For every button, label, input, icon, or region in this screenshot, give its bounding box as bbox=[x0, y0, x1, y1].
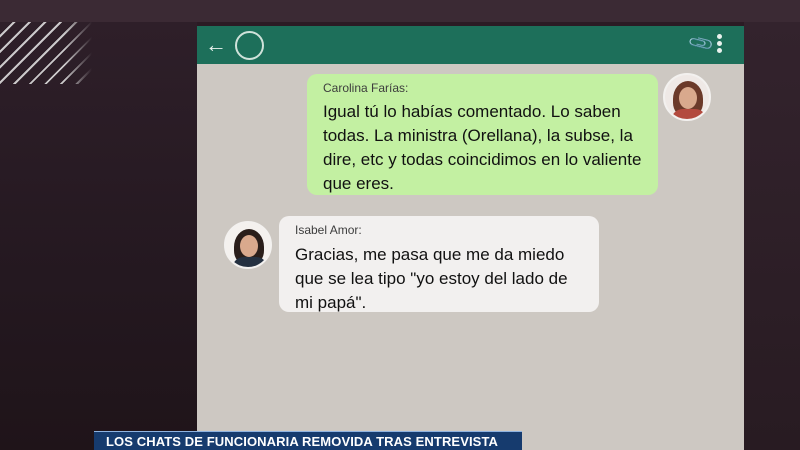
news-banner: LOS CHATS DE FUNCIONARIA REMOVIDA TRAS E… bbox=[94, 431, 522, 450]
message-bubble-incoming: Isabel Amor: Gracias, me pasa que me da … bbox=[279, 216, 599, 312]
message-text: Igual tú lo habías comentado. Lo saben t… bbox=[323, 102, 642, 193]
chat-window: ← 📎 Carolina Farías: Igual tú lo habías … bbox=[197, 26, 744, 450]
decorative-stripes bbox=[0, 22, 92, 84]
news-banner-text: LOS CHATS DE FUNCIONARIA REMOVIDA TRAS E… bbox=[106, 434, 499, 449]
message-text: Gracias, me pasa que me da miedo que se … bbox=[295, 245, 568, 312]
avatar-carolina bbox=[663, 73, 711, 121]
top-strip bbox=[0, 0, 800, 22]
back-arrow-icon[interactable]: ← bbox=[205, 33, 227, 57]
contact-avatar[interactable] bbox=[235, 31, 264, 60]
message-bubble-outgoing: Carolina Farías: Igual tú lo habías come… bbox=[307, 74, 658, 195]
background-left bbox=[0, 22, 197, 450]
paperclip-icon[interactable]: 📎 bbox=[687, 30, 715, 59]
avatar-isabel bbox=[224, 221, 272, 269]
more-vertical-icon[interactable] bbox=[717, 34, 723, 56]
background-right bbox=[744, 22, 800, 450]
message-sender: Carolina Farías: bbox=[323, 81, 409, 95]
chat-header: ← 📎 bbox=[197, 26, 744, 64]
message-sender: Isabel Amor: bbox=[295, 223, 362, 237]
